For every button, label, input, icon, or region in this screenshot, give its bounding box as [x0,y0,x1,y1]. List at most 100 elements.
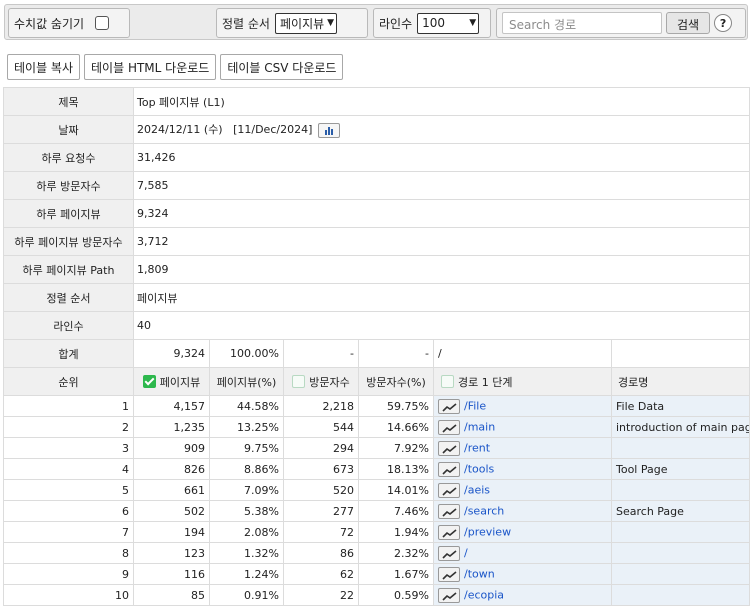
pageviews-cell: 1,235 [133,416,210,438]
rank-cell: 4 [3,458,134,480]
path-link[interactable]: /aeis [464,483,490,496]
path-link[interactable]: /rent [464,441,490,454]
trend-chart-icon[interactable] [438,566,460,582]
trend-chart-icon[interactable] [438,503,460,519]
col-rank-header[interactable]: 순위 [3,367,134,396]
summary-label: 라인수 [3,311,134,340]
desc-cell [611,584,750,606]
visitors-pct-cell: 18.13% [358,458,434,480]
path-link[interactable]: /tools [464,462,494,475]
visitors-pct-cell: 1.94% [358,521,434,543]
hide-values-label: 수치값 숨기기 [14,16,85,31]
col-pageviews-header[interactable]: 페이지뷰 [133,367,210,396]
download-html-button[interactable]: 테이블 HTML 다운로드 [84,54,217,80]
visitors-pct-cell: 2.32% [358,542,434,564]
total-visitors: - [283,339,359,368]
help-button[interactable]: ? [714,14,733,32]
path-link[interactable]: / [464,546,468,559]
pageviews-pct-cell: 0.91% [209,584,284,606]
pageviews-pct-cell: 9.75% [209,437,284,459]
visitors-cell: 520 [283,479,359,501]
total-row: 합계 9,324 100.00% - - / [3,339,750,368]
table-row: 3 909 9.75% 294 7.92% /rent [3,437,750,459]
visitors-cell: 2,218 [283,395,359,417]
path-link[interactable]: /preview [464,525,511,538]
trend-chart-icon[interactable] [438,461,460,477]
lines-label: 라인수 [379,16,413,31]
summary-label: 하루 페이지뷰 [3,199,134,228]
desc-cell [611,563,750,585]
visitors-cell: 62 [283,563,359,585]
path-link[interactable]: /ecopia [464,588,504,601]
table-row: 10 85 0.91% 22 0.59% /ecopia [3,584,750,606]
visitors-cell: 86 [283,542,359,564]
rank-cell: 10 [3,584,134,606]
total-pageviews-pct: 100.00% [209,339,284,368]
desc-cell [611,542,750,564]
pageviews-cell: 194 [133,521,210,543]
rank-cell: 7 [3,521,134,543]
trend-chart-icon[interactable] [438,482,460,498]
summary-label: 제목 [3,87,134,116]
trend-chart-icon[interactable] [438,398,460,414]
trend-chart-icon[interactable] [438,587,460,603]
summary-value: 3,712 [133,227,750,256]
trend-chart-icon[interactable] [438,524,460,540]
summary-value: 2024/12/11 (수) [11/Dec/2024] [137,123,313,137]
search-button[interactable]: 검색 [666,12,711,34]
copy-table-button[interactable]: 테이블 복사 [7,54,81,80]
sort-label: 정렬 순서 [222,16,270,31]
path-cell: /town [433,563,612,585]
visitors-pct-cell: 59.75% [358,395,434,417]
trend-chart-icon[interactable] [438,440,460,456]
path-link[interactable]: /main [464,420,495,433]
pageviews-pct-cell: 44.58% [209,395,284,417]
path-link[interactable]: /search [464,504,504,517]
checkbox-icon[interactable] [292,374,306,388]
path-cell: /preview [433,521,612,543]
pageviews-cell: 116 [133,563,210,585]
checkbox-icon[interactable] [441,374,454,388]
pageviews-pct-cell: 2.08% [209,521,284,543]
visitors-cell: 72 [283,521,359,543]
toolbar: 수치값 숨기기 정렬 순서 페이지뷰 ▼ 라인수 100 ▼ Search 경로… [4,4,748,40]
path-cell: /ecopia [433,584,612,606]
hide-values-group[interactable]: 수치값 숨기기 [8,8,130,38]
col-visitors-header[interactable]: 방문자수 [283,367,359,396]
pageviews-cell: 502 [133,500,210,522]
visitors-pct-cell: 7.92% [358,437,434,459]
visitors-pct-cell: 14.66% [358,416,434,438]
chevron-down-icon: ▼ [469,18,477,28]
summary-value: Top 페이지뷰 (L1) [133,87,750,116]
summary-value: 1,809 [133,255,750,284]
visitors-pct-cell: 14.01% [358,479,434,501]
summary-row-date: 날짜 2024/12/11 (수) [11/Dec/2024] [3,115,750,144]
table-row: 2 1,235 13.25% 544 14.66% /main introduction o… [3,416,750,438]
desc-cell [611,437,750,459]
check-icon[interactable] [142,374,156,388]
trend-chart-icon[interactable] [438,545,460,561]
search-input[interactable]: Search 경로 [502,12,662,34]
col-desc-header[interactable]: 경로명 [611,367,750,396]
rank-cell: 9 [3,563,134,585]
path-link[interactable]: /File [464,399,486,412]
lines-select[interactable]: 100 ▼ [417,12,480,34]
table-body: 1 4,157 44.58% 2,218 59.75%/File File Data 2 1,… [3,395,750,606]
table-row: 8 123 1.32% 86 2.32% / [3,542,750,564]
trend-chart-icon[interactable] [438,419,460,435]
desc-cell: Tool Page [611,458,750,480]
bar-chart-icon[interactable] [318,122,341,138]
col-visitors-pct-header[interactable]: 방문자수(%) [358,367,434,396]
path-cell: /File [433,395,612,417]
summary-value: 31,426 [133,143,750,172]
col-pageviews-pct-header[interactable]: 페이지뷰(%) [209,367,284,396]
sort-select[interactable]: 페이지뷰 ▼ [274,12,338,34]
summary-date-cell: 2024/12/11 (수) [11/Dec/2024] [133,115,750,144]
download-csv-button[interactable]: 테이블 CSV 다운로드 [220,54,344,80]
path-cell: /rent [433,437,612,459]
chevron-down-icon: ▼ [327,18,335,28]
path-link[interactable]: /town [464,567,495,580]
summary-label: 정렬 순서 [3,283,134,312]
col-path-header[interactable]: 경로 1 단계 [433,367,612,396]
hide-values-checkbox[interactable] [95,16,110,30]
